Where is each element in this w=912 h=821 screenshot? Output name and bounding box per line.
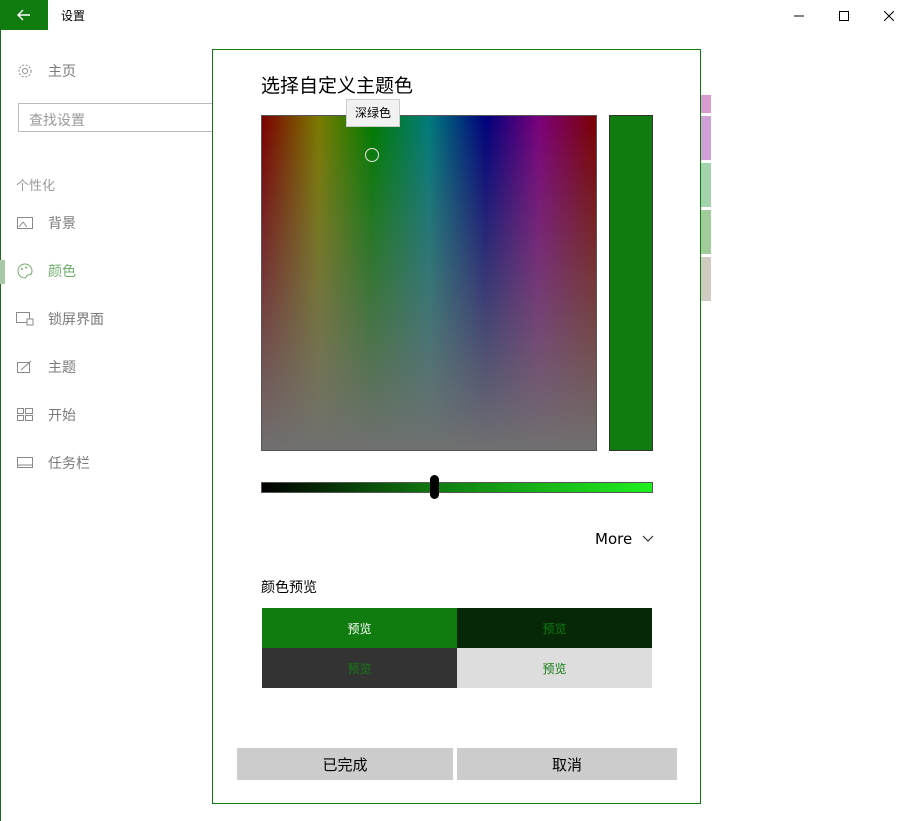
picture-icon [16, 214, 34, 232]
sidebar-item-label: 主题 [48, 360, 76, 376]
taskbar-icon [16, 454, 34, 472]
sidebar-item-label: 开始 [48, 408, 76, 424]
lock-screen-icon [16, 310, 34, 328]
app-title: 设置 [61, 9, 86, 23]
background-color-swatch [701, 210, 711, 254]
gear-icon [16, 62, 34, 80]
preview-accent-tile: 预览 [262, 608, 457, 648]
color-spectrum[interactable] [261, 115, 597, 451]
maximize-button[interactable] [821, 0, 867, 30]
selected-color-preview [609, 115, 653, 451]
search-placeholder: 查找设置 [29, 113, 85, 129]
done-button[interactable]: 已完成 [237, 748, 453, 780]
cancel-button[interactable]: 取消 [457, 748, 677, 780]
color-picker-ring[interactable] [365, 148, 379, 162]
back-button[interactable] [0, 0, 48, 30]
back-arrow-icon [17, 6, 31, 25]
theme-brush-icon [16, 358, 34, 376]
chevron-down-icon [642, 535, 654, 543]
sidebar-item-label: 主页 [48, 64, 76, 80]
more-button[interactable]: More [595, 530, 654, 548]
background-color-swatch [701, 257, 711, 301]
dialog-title: 选择自定义主题色 [261, 75, 414, 97]
brightness-slider-thumb[interactable] [430, 475, 439, 499]
sidebar-item-themes[interactable]: 主题 [16, 355, 76, 379]
background-color-swatch [701, 95, 711, 113]
sidebar-item-label: 任务栏 [48, 456, 90, 472]
close-button[interactable] [866, 0, 912, 30]
brightness-slider[interactable] [261, 482, 653, 493]
preview-dark-accent-tile: 预览 [457, 608, 652, 648]
sidebar-item-label: 背景 [48, 216, 76, 232]
sidebar-item-label: 锁屏界面 [48, 312, 104, 328]
minimize-icon [794, 6, 804, 25]
sidebar-item-colors[interactable]: 颜色 [16, 259, 76, 283]
color-name-tooltip: 深绿色 [346, 99, 401, 127]
sidebar-item-start[interactable]: 开始 [16, 403, 76, 427]
section-heading: 个性化 [16, 179, 56, 194]
more-label: More [595, 530, 633, 548]
preview-light-tile: 预览 [457, 648, 652, 688]
close-icon [883, 6, 895, 25]
window-border [0, 28, 1, 821]
start-tiles-icon [16, 406, 34, 424]
sidebar-item-home[interactable]: 主页 [16, 59, 76, 83]
sidebar-item-label: 颜色 [48, 264, 76, 280]
preview-dark-tile: 预览 [262, 648, 457, 688]
background-color-swatch [701, 116, 711, 160]
sidebar-item-lock-screen[interactable]: 锁屏界面 [16, 307, 104, 331]
sidebar-item-background[interactable]: 背景 [16, 211, 76, 235]
minimize-button[interactable] [776, 0, 822, 30]
sidebar-item-taskbar[interactable]: 任务栏 [16, 451, 90, 475]
active-item-indicator [0, 260, 5, 284]
background-color-swatch [701, 163, 711, 207]
palette-icon [16, 262, 34, 280]
color-preview-heading: 颜色预览 [261, 580, 317, 596]
maximize-icon [839, 6, 849, 25]
